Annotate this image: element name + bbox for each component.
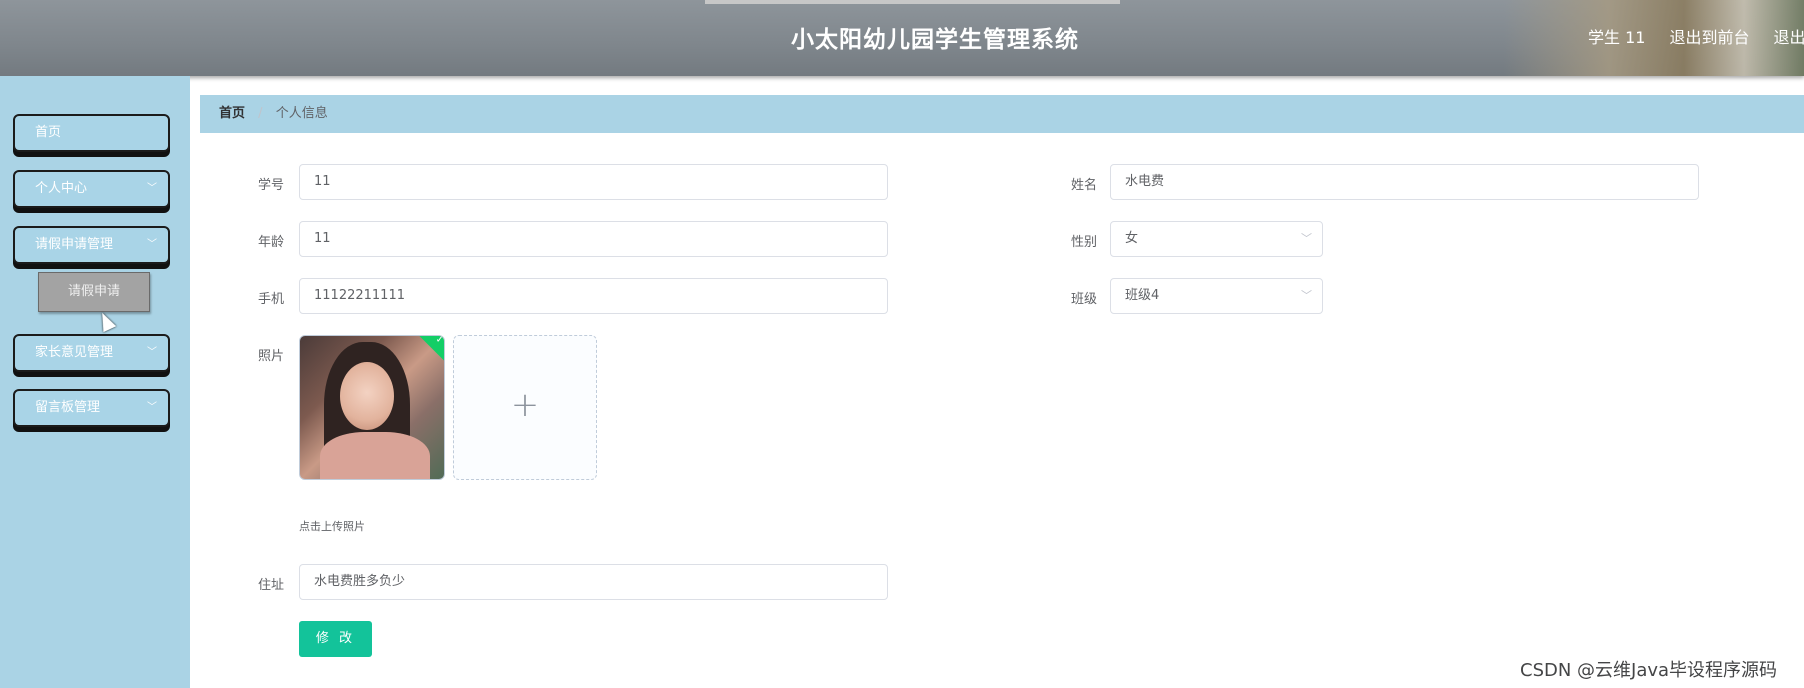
class-select[interactable]: 班级4 ﹀ <box>1110 278 1323 314</box>
student-no-label: 学号 <box>258 178 285 193</box>
address-label: 住址 <box>258 578 285 593</box>
chevron-down-icon: ﹀ <box>1301 289 1312 302</box>
sidebar: 首页 个人中心 ﹀ 请假申请管理 ﹀ 家长意见管理 ﹀ 留言板管理 ﹀ <box>0 76 190 688</box>
sidebar-item-label: 家长意见管理 <box>35 345 114 360</box>
student-no-input[interactable]: 11 <box>299 164 888 200</box>
header-nav: 学生 11 退出到前台 退出登录 <box>1588 24 1804 48</box>
chevron-down-icon: ﹀ <box>1301 232 1312 245</box>
gender-select-value: 女 <box>1125 231 1139 246</box>
modify-button[interactable]: 修 改 <box>299 621 372 657</box>
chevron-down-icon: ﹀ <box>147 402 157 413</box>
phone-input[interactable]: 11122211111 <box>299 278 888 314</box>
current-user-label: 学生 11 <box>1588 28 1646 47</box>
logout-link[interactable]: 退出登录 <box>1773 24 1804 48</box>
chevron-down-icon: ﹀ <box>147 183 157 194</box>
breadcrumb-separator: / <box>258 106 263 121</box>
name-input[interactable]: 水电费 <box>1110 164 1699 200</box>
photo-label: 照片 <box>258 349 285 364</box>
sidebar-item-label: 首页 <box>35 125 62 140</box>
sidebar-item-parent-feedback[interactable]: 家长意见管理 ﹀ <box>13 334 170 372</box>
gender-select[interactable]: 女 ﹀ <box>1110 221 1323 257</box>
sidebar-item-personal-center[interactable]: 个人中心 ﹀ <box>13 170 170 208</box>
photo-face-shape <box>340 362 394 430</box>
csdn-watermark: CSDN @云维Java毕设程序源码 <box>1520 660 1778 681</box>
photo-upload-hint: 点击上传照片 <box>299 520 365 533</box>
sidebar-item-message-board[interactable]: 留言板管理 ﹀ <box>13 389 170 427</box>
class-select-value: 班级4 <box>1125 288 1160 303</box>
check-icon: ✓ <box>435 335 444 346</box>
header-top-strip <box>705 0 1120 4</box>
age-input[interactable]: 11 <box>299 221 888 257</box>
class-label: 班级 <box>1071 292 1098 307</box>
photo-upload-box[interactable]: + <box>453 335 597 480</box>
sidebar-item-home[interactable]: 首页 <box>13 114 170 152</box>
sidebar-item-label: 请假申请管理 <box>35 237 114 252</box>
uploaded-photo[interactable]: ✓ <box>299 335 445 480</box>
submenu-item-leave-request[interactable]: 请假申请 <box>38 272 150 312</box>
age-label: 年龄 <box>258 235 285 250</box>
chevron-down-icon: ﹀ <box>147 239 157 250</box>
exit-to-front-link[interactable]: 退出到前台 <box>1669 24 1749 48</box>
app-header: 小太阳幼儿园学生管理系统 学生 11 退出到前台 退出登录 <box>0 0 1804 76</box>
sidebar-item-leave-management[interactable]: 请假申请管理 ﹀ <box>13 226 170 264</box>
sidebar-item-label: 个人中心 <box>35 181 88 196</box>
breadcrumb: 首页 / 个人信息 <box>200 95 1804 133</box>
upload-success-badge: ✓ <box>418 335 444 363</box>
phone-label: 手机 <box>258 292 285 307</box>
address-input[interactable]: 水电费胜多负少 <box>299 564 888 600</box>
name-label: 姓名 <box>1071 178 1098 193</box>
sidebar-item-label: 留言板管理 <box>35 400 101 415</box>
photo-body-shape <box>320 432 430 479</box>
gender-label: 性别 <box>1071 235 1098 250</box>
breadcrumb-current: 个人信息 <box>275 106 328 121</box>
plus-icon: + <box>510 385 540 425</box>
chevron-down-icon: ﹀ <box>147 347 157 358</box>
app-title: 小太阳幼儿园学生管理系统 <box>791 27 1079 53</box>
breadcrumb-home[interactable]: 首页 <box>219 106 245 121</box>
